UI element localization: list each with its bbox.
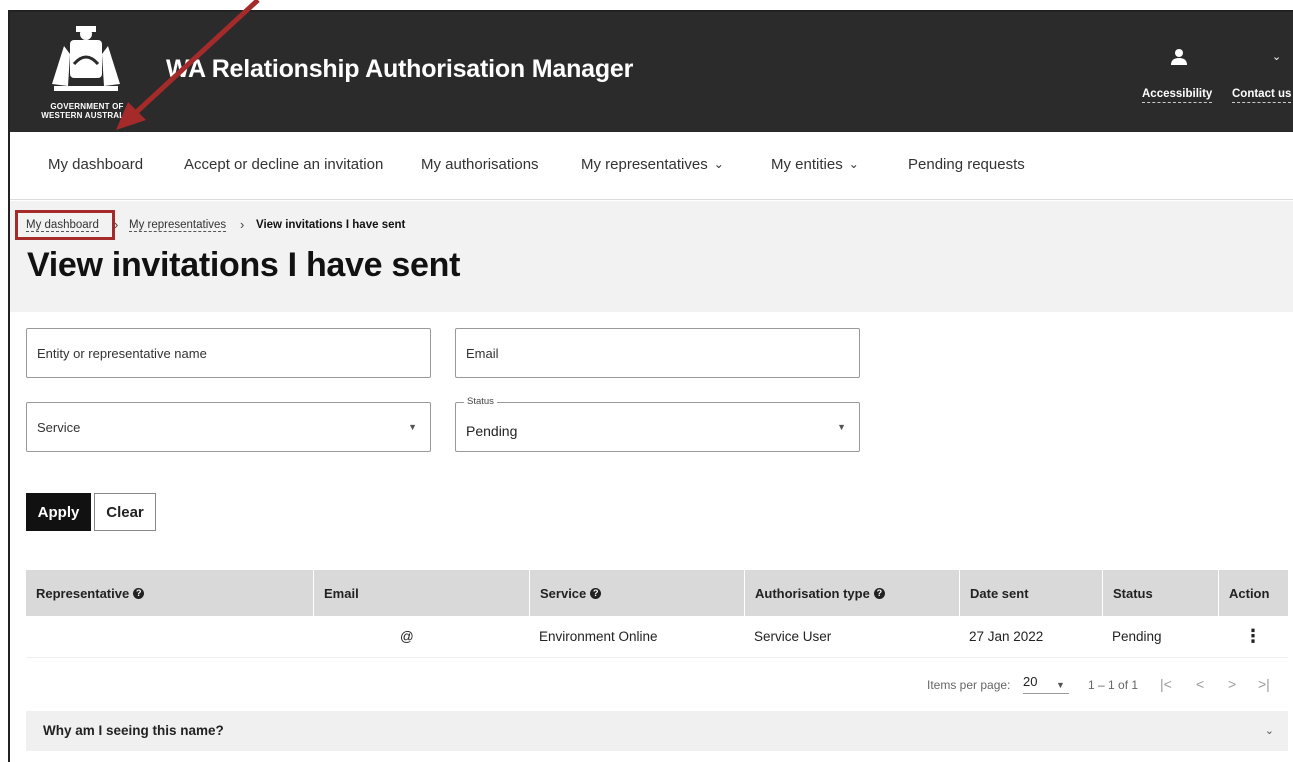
items-per-page-label: Items per page: bbox=[927, 678, 1011, 692]
nav-item-my-dashboard[interactable]: My dashboard bbox=[48, 156, 143, 173]
main-nav: My dashboard Accept or decline an invita… bbox=[10, 132, 1293, 200]
column-header-representative[interactable]: Representative? bbox=[26, 570, 313, 616]
pagination-range: 1 – 1 of 1 bbox=[1088, 678, 1139, 692]
accordion-label: Why am I seeing this name? bbox=[43, 723, 224, 738]
column-header-authorisation-type[interactable]: Authorisation type? bbox=[744, 570, 959, 616]
nav-item-pending-requests[interactable]: Pending requests bbox=[908, 156, 1025, 173]
header-label: Representative bbox=[36, 585, 130, 601]
app-window: GOVERNMENT OF WESTERN AUSTRALIA WA Relat… bbox=[8, 10, 1293, 762]
page-title: View invitations I have sent bbox=[27, 246, 461, 284]
column-header-service[interactable]: Service? bbox=[529, 570, 744, 616]
header-label: Email bbox=[324, 585, 359, 601]
nav-label: My authorisations bbox=[421, 156, 539, 173]
header-label: Status bbox=[1113, 585, 1153, 601]
entity-name-input[interactable] bbox=[27, 329, 430, 377]
caret-down-icon: ▼ bbox=[1056, 680, 1065, 690]
next-page-icon[interactable]: > bbox=[1228, 676, 1236, 692]
chevron-down-icon: ⌄ bbox=[848, 157, 859, 171]
crest-icon bbox=[52, 26, 120, 91]
cell-representative bbox=[26, 616, 313, 657]
page-header: My dashboard › My representatives › View… bbox=[10, 201, 1293, 312]
accessibility-link[interactable]: Accessibility bbox=[1142, 88, 1213, 103]
invitations-table: Representative? Email Service? Authorisa… bbox=[26, 570, 1288, 658]
column-header-status[interactable]: Status bbox=[1102, 570, 1218, 616]
cell-date-sent: 27 Jan 2022 bbox=[969, 629, 1044, 644]
service-select[interactable]: Service ▼ bbox=[26, 402, 431, 452]
nav-label: My entities bbox=[771, 156, 843, 173]
nav-label: My dashboard bbox=[48, 156, 144, 173]
nav-label: My representatives bbox=[581, 156, 708, 173]
help-icon[interactable]: ? bbox=[133, 587, 145, 599]
column-header-email[interactable]: Email bbox=[313, 570, 529, 616]
entity-name-field[interactable] bbox=[26, 328, 431, 378]
chevron-down-icon: ⌄ bbox=[1264, 725, 1274, 737]
nav-label: Accept or decline an invitation bbox=[184, 156, 384, 173]
crest-caption: GOVERNMENT OF WESTERN AUSTRALIA bbox=[41, 102, 133, 120]
user-icon[interactable] bbox=[1170, 48, 1188, 66]
cell-service: Environment Online bbox=[539, 629, 658, 644]
nav-item-accept-decline[interactable]: Accept or decline an invitation bbox=[184, 156, 383, 173]
nav-item-my-authorisations[interactable]: My authorisations bbox=[421, 156, 539, 173]
wa-government-crest-logo[interactable]: GOVERNMENT OF WESTERN AUSTRALIA bbox=[32, 24, 142, 124]
cell-email: @ bbox=[400, 629, 414, 644]
breadcrumb-my-representatives[interactable]: My representatives bbox=[129, 219, 227, 232]
table-row: @ Environment Online Service User 27 Jan… bbox=[26, 616, 1288, 658]
caret-down-icon: ▼ bbox=[837, 422, 846, 432]
chevron-right-icon: › bbox=[240, 217, 245, 232]
last-page-icon[interactable]: >| bbox=[1258, 676, 1270, 692]
email-field[interactable] bbox=[455, 328, 860, 378]
status-label: Status bbox=[464, 396, 497, 407]
header-label: Action bbox=[1229, 585, 1270, 601]
nav-label: Pending requests bbox=[908, 156, 1025, 173]
clear-button[interactable]: Clear bbox=[94, 493, 156, 531]
breadcrumb-current: View invitations I have sent bbox=[256, 219, 406, 231]
email-input[interactable] bbox=[456, 329, 859, 377]
help-icon[interactable]: ? bbox=[873, 587, 885, 599]
first-page-icon[interactable]: |< bbox=[1160, 676, 1172, 692]
column-header-date-sent[interactable]: Date sent bbox=[959, 570, 1102, 616]
header-label: Service bbox=[540, 585, 587, 601]
chevron-right-icon: › bbox=[114, 217, 119, 232]
contact-us-link[interactable]: Contact us bbox=[1232, 88, 1292, 103]
breadcrumb-my-dashboard[interactable]: My dashboard bbox=[26, 219, 99, 232]
help-icon[interactable]: ? bbox=[590, 587, 602, 599]
header-label: Authorisation type bbox=[755, 585, 870, 601]
header-label: Date sent bbox=[970, 585, 1029, 601]
why-seeing-name-accordion[interactable]: Why am I seeing this name? ⌄ bbox=[26, 711, 1288, 751]
chevron-down-icon[interactable]: ⌄ bbox=[1272, 50, 1281, 63]
apply-button[interactable]: Apply bbox=[26, 493, 91, 531]
cell-status: Pending bbox=[1112, 629, 1162, 644]
site-header: GOVERNMENT OF WESTERN AUSTRALIA WA Relat… bbox=[10, 12, 1293, 132]
table-header-row: Representative? Email Service? Authorisa… bbox=[26, 570, 1288, 616]
items-per-page-value: 20 bbox=[1023, 674, 1038, 689]
service-placeholder: Service bbox=[37, 420, 81, 435]
nav-item-my-representatives[interactable]: My representatives ⌄ bbox=[581, 156, 724, 173]
app-title: WA Relationship Authorisation Manager bbox=[166, 55, 634, 83]
more-actions-icon[interactable]: ⋮ bbox=[1218, 616, 1288, 657]
column-header-action: Action bbox=[1218, 570, 1288, 616]
caret-down-icon: ▼ bbox=[408, 422, 417, 432]
nav-item-my-entities[interactable]: My entities ⌄ bbox=[771, 156, 859, 173]
cell-authorisation-type: Service User bbox=[754, 629, 832, 644]
chevron-down-icon: ⌄ bbox=[713, 157, 724, 171]
status-select[interactable]: Status Pending ▼ bbox=[455, 396, 860, 452]
status-value: Pending bbox=[466, 423, 518, 439]
previous-page-icon[interactable]: < bbox=[1196, 676, 1204, 692]
